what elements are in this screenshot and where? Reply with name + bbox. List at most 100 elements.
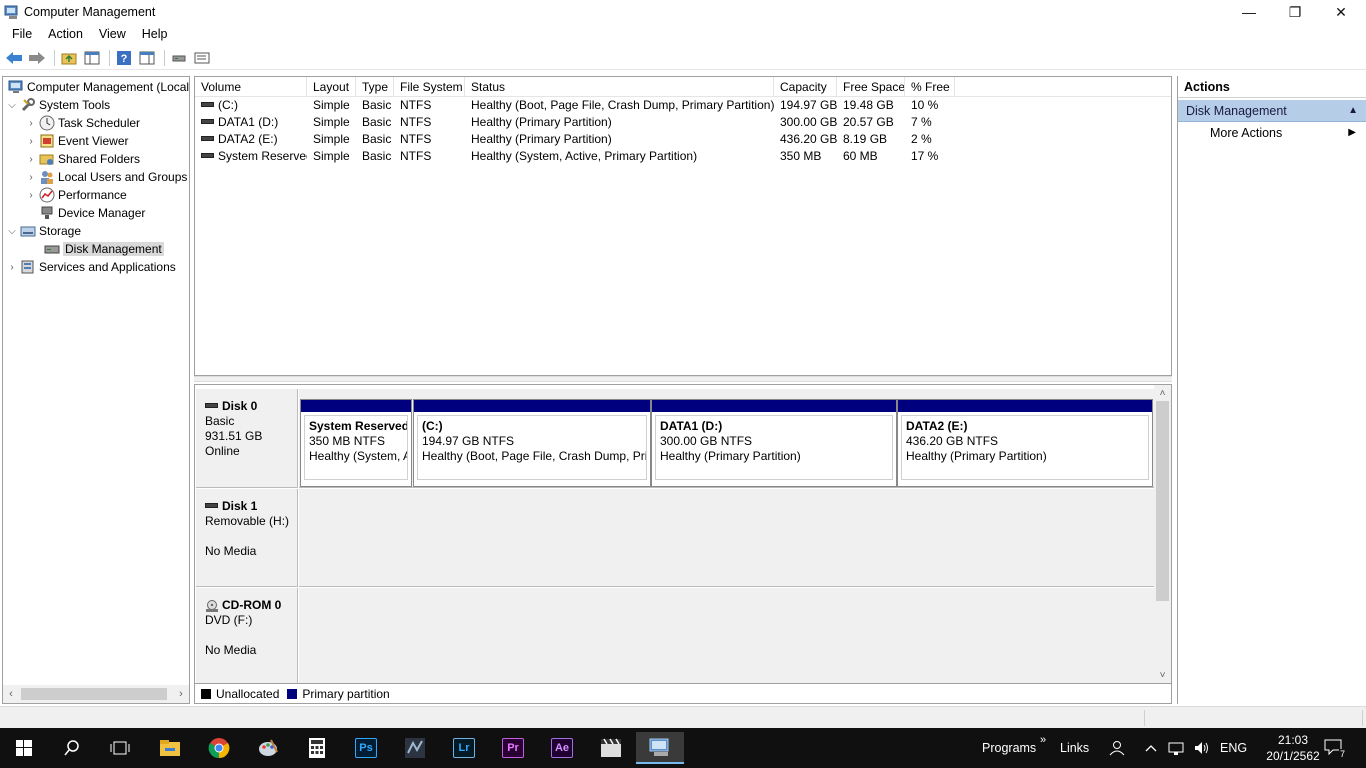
scroll-right-icon[interactable]: ›: [173, 685, 189, 703]
menu-action[interactable]: Action: [40, 27, 91, 41]
disk-1-area: [299, 489, 1155, 587]
chevron-right-icon[interactable]: ›: [25, 117, 37, 129]
toolbar-programs[interactable]: Programs: [982, 728, 1036, 768]
cdrom-0-label[interactable]: CD-ROM 0 DVD (F:) No Media: [196, 588, 298, 683]
taskbar-computer-management[interactable]: [636, 732, 684, 764]
partition-c[interactable]: (C:) 194.97 GB NTFS Healthy (Boot, Page …: [413, 399, 651, 487]
people-icon[interactable]: [1108, 728, 1126, 768]
taskbar-after-effects[interactable]: Ae: [538, 732, 586, 764]
tree-item-computer-management[interactable]: Computer Management (Local: [6, 78, 189, 96]
start-button[interactable]: [0, 732, 48, 764]
task-view-button[interactable]: [96, 732, 144, 764]
close-button[interactable]: ✕: [1318, 0, 1364, 24]
taskbar-game-app[interactable]: [391, 732, 439, 764]
menu-file[interactable]: File: [4, 27, 40, 41]
taskbar-photoshop[interactable]: Ps: [342, 732, 390, 764]
column-header-layout[interactable]: Layout: [307, 77, 356, 97]
chevron-right-icon[interactable]: ›: [25, 153, 37, 165]
chevron-right-icon[interactable]: ›: [6, 261, 18, 273]
tree-item-system-tools[interactable]: ⌵ System Tools: [6, 96, 110, 114]
primary-partition-bar: [898, 400, 1152, 412]
scrollbar-thumb[interactable]: [1156, 401, 1169, 601]
taskbar-calculator[interactable]: [293, 732, 341, 764]
partition-data2[interactable]: DATA2 (E:) 436.20 GB NTFS Healthy (Prima…: [897, 399, 1153, 487]
chevron-down-icon[interactable]: ⌵: [6, 99, 18, 111]
column-header-file-system[interactable]: File System: [394, 77, 465, 97]
taskbar-chrome[interactable]: [195, 732, 243, 764]
forward-arrow-icon[interactable]: [27, 49, 47, 67]
search-button[interactable]: [48, 732, 96, 764]
more-actions-item[interactable]: More Actions ▶: [1178, 122, 1366, 144]
volume-icon[interactable]: [1193, 728, 1211, 768]
table-row[interactable]: (C:) Simple Basic NTFS Healthy (Boot, Pa…: [195, 97, 955, 114]
tree-item-shared-folders[interactable]: › Shared Folders: [25, 150, 140, 168]
tree-item-disk-management[interactable]: Disk Management: [42, 240, 164, 258]
cdrom-0-state: No Media: [205, 643, 257, 657]
pane-splitter[interactable]: [194, 376, 1172, 382]
action-center-button[interactable]: 7: [1324, 728, 1346, 768]
chevron-right-icon[interactable]: ›: [25, 135, 37, 147]
show-hide-tree-icon[interactable]: [82, 49, 102, 67]
restore-button[interactable]: ❐: [1272, 0, 1318, 24]
connect-icon[interactable]: [169, 49, 189, 67]
tree-item-performance[interactable]: › Performance: [25, 186, 127, 204]
taskbar-file-explorer[interactable]: [146, 732, 194, 764]
column-header-percent-free[interactable]: % Free: [905, 77, 955, 97]
tree-item-storage[interactable]: ⌵ Storage: [6, 222, 81, 240]
tree-item-event-viewer[interactable]: › Event Viewer: [25, 132, 128, 150]
disk-1-label[interactable]: Disk 1 Removable (H:) No Media: [196, 489, 298, 587]
show-hidden-icons-icon[interactable]: [1145, 728, 1157, 768]
tree-item-local-users[interactable]: › Local Users and Groups: [25, 168, 187, 186]
network-icon[interactable]: [1168, 728, 1186, 768]
actions-section-disk-management[interactable]: Disk Management ▲: [1178, 100, 1366, 122]
back-arrow-icon[interactable]: [4, 49, 24, 67]
scroll-up-icon[interactable]: ˄: [1154, 385, 1171, 401]
notification-count: 7: [1338, 749, 1346, 759]
column-header-volume[interactable]: Volume: [195, 77, 307, 97]
menu-view[interactable]: View: [91, 27, 134, 41]
toolbar-links[interactable]: Links: [1060, 728, 1089, 768]
computer-management-icon: [649, 738, 669, 756]
table-row[interactable]: DATA2 (E:) Simple Basic NTFS Healthy (Pr…: [195, 131, 955, 148]
settings-icon[interactable]: [192, 49, 212, 67]
chevron-right-icon[interactable]: ›: [25, 171, 37, 183]
clock[interactable]: 21:03 20/1/2562: [1266, 732, 1320, 764]
partition-system-reserved[interactable]: System Reserved 350 MB NTFS Healthy (Sys…: [300, 399, 412, 487]
tree-item-services-applications[interactable]: › Services and Applications: [6, 258, 175, 276]
menu-help[interactable]: Help: [134, 27, 176, 41]
scroll-down-icon[interactable]: ˅: [1154, 667, 1171, 683]
help-icon[interactable]: ?: [114, 49, 134, 67]
primary-partition-bar: [414, 400, 650, 412]
column-header-type[interactable]: Type: [356, 77, 394, 97]
drive-icon: [201, 119, 214, 125]
layout-cell: Simple: [313, 149, 350, 163]
tree-horizontal-scrollbar[interactable]: ‹ ›: [3, 685, 189, 703]
up-folder-icon[interactable]: [59, 49, 79, 67]
taskbar-premiere[interactable]: Pr: [489, 732, 537, 764]
taskbar-lightroom[interactable]: Lr: [440, 732, 488, 764]
language-indicator[interactable]: ENG: [1220, 728, 1247, 768]
storage-icon: [20, 223, 36, 239]
column-header-capacity[interactable]: Capacity: [774, 77, 837, 97]
disk-0-size: 931.51 GB: [205, 429, 263, 443]
chevron-right-icon[interactable]: ›: [25, 189, 37, 201]
column-header-free-space[interactable]: Free Space: [837, 77, 905, 97]
properties-icon[interactable]: [137, 49, 157, 67]
tree-item-task-scheduler[interactable]: › Task Scheduler: [25, 114, 140, 132]
scrollbar-thumb[interactable]: [21, 688, 167, 700]
column-header-status[interactable]: Status: [465, 77, 774, 97]
minimize-button[interactable]: —: [1226, 0, 1272, 24]
disk-view-vertical-scrollbar[interactable]: ˄ ˅: [1154, 385, 1171, 683]
scroll-left-icon[interactable]: ‹: [3, 685, 19, 703]
disk-0-label[interactable]: Disk 0 Basic 931.51 GB Online: [196, 389, 298, 488]
taskbar-paint-app[interactable]: [244, 732, 292, 764]
programs-chevron-icon[interactable]: »: [1040, 720, 1046, 760]
volume-cell: DATA2 (E:): [195, 131, 307, 148]
chevron-down-icon[interactable]: ⌵: [6, 225, 18, 237]
table-row[interactable]: DATA1 (D:) Simple Basic NTFS Healthy (Pr…: [195, 114, 955, 131]
taskbar-clapper-app[interactable]: [587, 732, 635, 764]
partition-data1[interactable]: DATA1 (D:) 300.00 GB NTFS Healthy (Prima…: [651, 399, 897, 487]
tree-item-device-manager[interactable]: Device Manager: [37, 204, 145, 222]
table-row[interactable]: System Reserved Simple Basic NTFS Health…: [195, 148, 955, 165]
collapse-up-icon[interactable]: ▲: [1348, 100, 1358, 122]
